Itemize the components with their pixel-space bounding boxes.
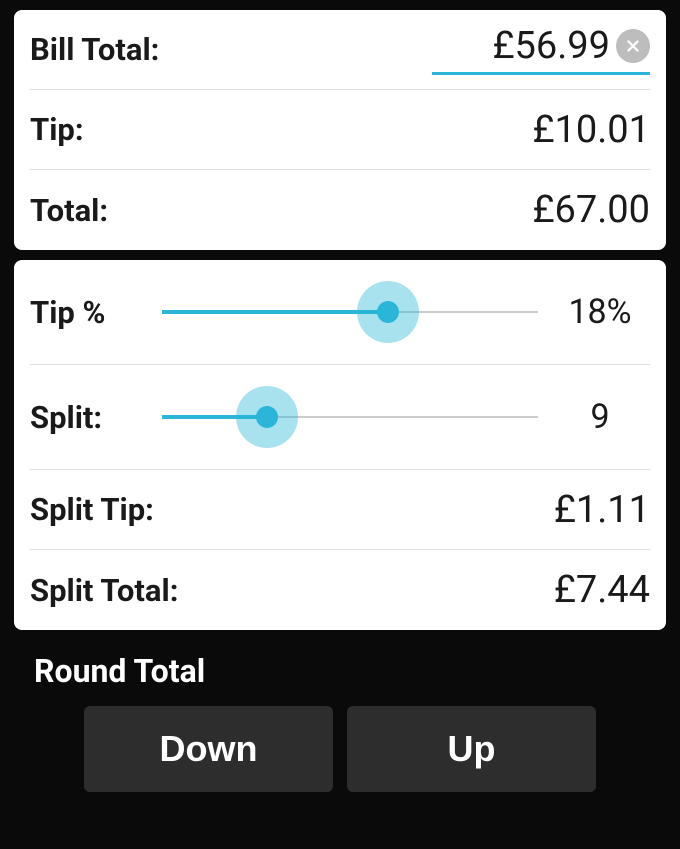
split-total-label: Split Total: <box>30 572 178 609</box>
round-down-button[interactable]: Down <box>84 706 333 792</box>
tip-percent-value: 18% <box>550 292 650 332</box>
total-value: £67.00 <box>532 188 650 232</box>
round-up-button[interactable]: Up <box>347 706 596 792</box>
bill-input-wrap[interactable]: £56.99 <box>432 24 650 75</box>
split-total-row: Split Total: £7.44 <box>30 550 650 630</box>
round-buttons: Down Up <box>24 706 656 792</box>
total-row: Total: £67.00 <box>30 170 650 250</box>
tip-percent-slider[interactable] <box>162 282 538 342</box>
split-tip-row: Split Tip: £1.11 <box>30 470 650 550</box>
bill-total-label: Bill Total: <box>30 31 159 68</box>
tip-label: Tip: <box>30 111 84 148</box>
tip-percent-row: Tip % 18% <box>30 260 650 365</box>
split-tip-label: Split Tip: <box>30 491 154 528</box>
split-slider[interactable] <box>162 387 538 447</box>
round-section: Round Total Down Up <box>0 640 680 792</box>
split-row: Split: 9 <box>30 365 650 470</box>
summary-card: Bill Total: £56.99 Tip: £10.01 Total: £6… <box>14 10 666 250</box>
controls-card: Tip % 18% Split: 9 Split Tip: £1.11 Spli… <box>14 260 666 630</box>
clear-icon[interactable] <box>616 29 650 63</box>
bill-total-row: Bill Total: £56.99 <box>30 10 650 90</box>
split-total-value: £7.44 <box>554 568 650 612</box>
split-label: Split: <box>30 399 150 436</box>
round-title: Round Total <box>34 652 656 690</box>
tip-slider-fill <box>162 310 388 314</box>
split-value: 9 <box>550 397 650 437</box>
tip-row: Tip: £10.01 <box>30 90 650 170</box>
split-tip-value: £1.11 <box>554 488 650 532</box>
split-slider-fill <box>162 415 267 419</box>
total-label: Total: <box>30 192 108 229</box>
tip-percent-label: Tip % <box>30 294 150 331</box>
tip-value: £10.01 <box>532 108 650 152</box>
bill-total-input[interactable]: £56.99 <box>492 24 610 68</box>
